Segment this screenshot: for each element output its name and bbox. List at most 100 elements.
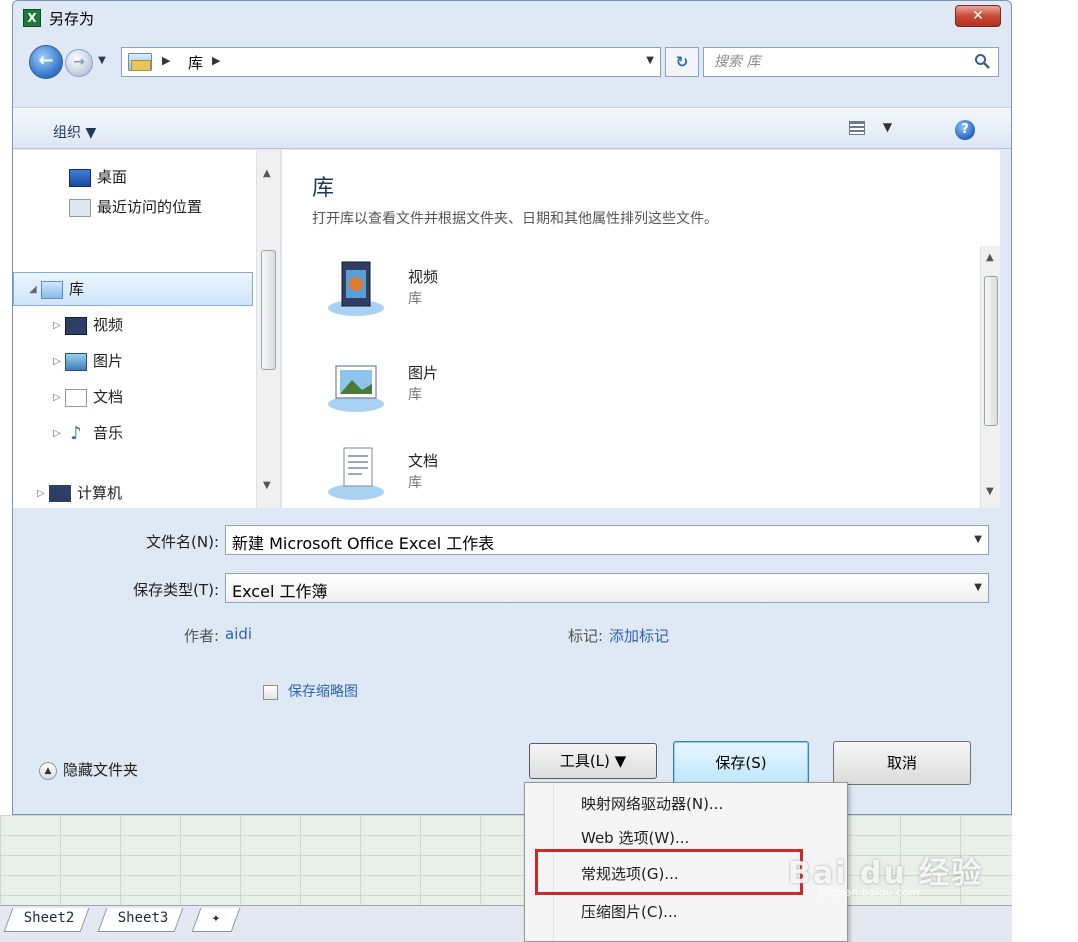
collapsed-triangle-icon[interactable]: ▷ [53, 392, 65, 403]
library-item-type: 库 [408, 291, 422, 307]
organize-button[interactable]: 组织 ▼ [53, 122, 96, 142]
video-library-icon [65, 316, 87, 335]
author-value[interactable]: aidi [225, 625, 252, 643]
refresh-icon: ↻ [675, 53, 689, 71]
scroll-up-arrow-icon[interactable]: ▲ [986, 252, 994, 263]
excel-app-icon: X [23, 9, 41, 27]
nav-pane-scrollbar[interactable]: ▲ ▼ [256, 150, 280, 508]
video-library-large-icon [328, 261, 384, 316]
desktop-icon [69, 168, 91, 187]
scroll-down-arrow-icon[interactable]: ▼ [986, 486, 994, 497]
insert-sheet-tab[interactable]: ✦ [191, 908, 241, 932]
scroll-up-arrow-icon[interactable]: ▲ [263, 168, 271, 179]
breadcrumb-library[interactable]: 库 [188, 52, 203, 73]
title-bar: X 另存为 ✕ [13, 1, 1011, 35]
library-item-videos[interactable]: 视频 库 [326, 258, 566, 338]
expanded-triangle-icon[interactable]: ◢ [29, 284, 41, 295]
save-thumbnail-checkbox[interactable] [263, 685, 278, 700]
insert-sheet-icon: ✦ [211, 910, 221, 926]
back-arrow-icon: ← [38, 50, 54, 71]
filename-input[interactable]: 新建 Microsoft Office Excel 工作表 ▼ [225, 525, 989, 555]
forward-arrow-icon: → [73, 54, 85, 70]
nav-item-music[interactable]: ▷ ♪ 音乐 [53, 422, 123, 443]
search-input[interactable] [714, 52, 954, 72]
navigation-pane: 桌面 最近访问的位置 ◢ 库 ▷ 视频 ▷ 图片 ▷ 文档 ▷ ♪ 音乐 ▷ 计算机 ▲ ▼ [13, 150, 281, 508]
cancel-button[interactable]: 取消 [833, 741, 971, 785]
excel-sheet-tabs: Sheet2 Sheet3 ✦ [0, 905, 1012, 942]
sheet-tab-sheet3[interactable]: Sheet3 [97, 908, 183, 932]
filename-value: 新建 Microsoft Office Excel 工作表 [232, 534, 495, 553]
chevron-down-icon: ▼ [98, 55, 106, 66]
filetype-label: 保存类型(T): [133, 581, 219, 599]
recent-places-icon [69, 198, 91, 217]
library-icon [41, 280, 63, 299]
tags-label: 标记: [567, 627, 603, 645]
computer-icon [49, 484, 71, 502]
save-as-dialog: X 另存为 ✕ ← → ▼ ▶ 库 ▶ ▼ ↻ 组织 ▼ ▼ ? 桌面 最近访问… [12, 0, 1012, 815]
search-icon[interactable] [974, 53, 990, 69]
library-item-name: 视频 [408, 268, 439, 286]
scroll-thumb[interactable] [984, 276, 998, 426]
address-bar[interactable]: ▶ 库 ▶ ▼ [121, 47, 661, 77]
help-icon[interactable]: ? [955, 120, 975, 140]
collapsed-triangle-icon[interactable]: ▷ [53, 320, 65, 331]
recent-pages-button[interactable]: ▼ [95, 53, 109, 69]
nav-item-videos[interactable]: ▷ 视频 [53, 314, 123, 335]
picture-library-icon [65, 352, 87, 371]
save-button[interactable]: 保存(S) [673, 741, 809, 785]
close-button[interactable]: ✕ [955, 5, 1001, 27]
sheet-tab-sheet2[interactable]: Sheet2 [3, 908, 89, 932]
filetype-select[interactable]: Excel 工作簿 ▼ [225, 573, 989, 603]
content-pane-scrollbar[interactable]: ▲ ▼ [980, 246, 1000, 508]
view-options-button[interactable]: ▼ [849, 120, 909, 140]
nav-item-documents[interactable]: ▷ 文档 [53, 386, 123, 407]
library-item-pictures[interactable]: 图片 库 [326, 354, 566, 434]
filename-label: 文件名(N): [146, 533, 219, 551]
chevron-down-icon: ▼ [882, 120, 893, 134]
library-description: 打开库以查看文件并根据文件夹、日期和其他属性排列这些文件。 [312, 211, 718, 227]
refresh-button[interactable]: ↻ [665, 47, 699, 77]
nav-item-library[interactable]: ◢ 库 [29, 278, 84, 299]
address-dropdown-icon[interactable]: ▼ [646, 55, 654, 66]
back-button[interactable]: ← [29, 45, 63, 79]
tags-value[interactable]: 添加标记 [609, 625, 669, 646]
collapsed-triangle-icon[interactable]: ▷ [53, 356, 65, 367]
library-item-documents[interactable]: 文档 库 [326, 442, 566, 522]
baidu-jingyan-watermark: Bai du 经验 jingyan.baidu.com [788, 828, 988, 899]
nav-item-computer[interactable]: ▷ 计算机 [37, 482, 122, 502]
chevron-down-icon[interactable]: ▼ [974, 534, 982, 545]
menu-item-map-network-drive[interactable]: 映射网络驱动器(N)... [581, 793, 723, 814]
document-library-large-icon [328, 447, 384, 500]
hide-folders-toggle[interactable]: ▲ 隐藏文件夹 [39, 759, 138, 780]
menu-item-web-options[interactable]: Web 选项(W)... [581, 827, 689, 848]
hide-folders-label: 隐藏文件夹 [63, 761, 139, 779]
search-box[interactable] [703, 47, 999, 77]
collapsed-triangle-icon[interactable]: ▷ [53, 428, 65, 439]
chevron-down-icon[interactable]: ▼ [974, 582, 982, 593]
watermark-url: jingyan.baidu.com [818, 886, 920, 899]
file-content-pane: 库 打开库以查看文件并根据文件夹、日期和其他属性排列这些文件。 视频 库 图片 … [282, 150, 1000, 508]
music-note-icon: ♪ [70, 422, 82, 444]
picture-library-large-icon [328, 365, 384, 412]
breadcrumb-arrow-icon[interactable]: ▶ [162, 54, 170, 67]
forward-button[interactable]: → [65, 49, 93, 77]
filetype-value: Excel 工作簿 [232, 582, 328, 601]
tools-button[interactable]: 工具(L) ▼ [529, 743, 657, 779]
document-library-icon [65, 388, 87, 407]
scroll-down-arrow-icon[interactable]: ▼ [263, 480, 271, 491]
library-heading: 库 [312, 176, 335, 201]
nav-item-desktop[interactable]: 桌面 [69, 166, 127, 187]
scroll-thumb[interactable] [261, 250, 276, 370]
view-icon [849, 120, 865, 135]
menu-item-compress-pictures[interactable]: 压缩图片(C)... [581, 901, 677, 922]
command-toolbar: 组织 ▼ ▼ ? [13, 107, 1011, 149]
nav-item-recent-places[interactable]: 最近访问的位置 [69, 196, 202, 217]
author-label: 作者: [183, 627, 219, 645]
menu-item-general-options[interactable]: 常规选项(G)... [581, 863, 679, 884]
save-thumbnail-label[interactable]: 保存缩略图 [288, 681, 358, 701]
collapse-up-icon: ▲ [39, 761, 57, 780]
nav-item-pictures[interactable]: ▷ 图片 [53, 350, 123, 371]
library-item-type: 库 [408, 475, 422, 491]
collapsed-triangle-icon[interactable]: ▷ [37, 488, 49, 499]
breadcrumb-arrow-icon[interactable]: ▶ [212, 54, 220, 67]
